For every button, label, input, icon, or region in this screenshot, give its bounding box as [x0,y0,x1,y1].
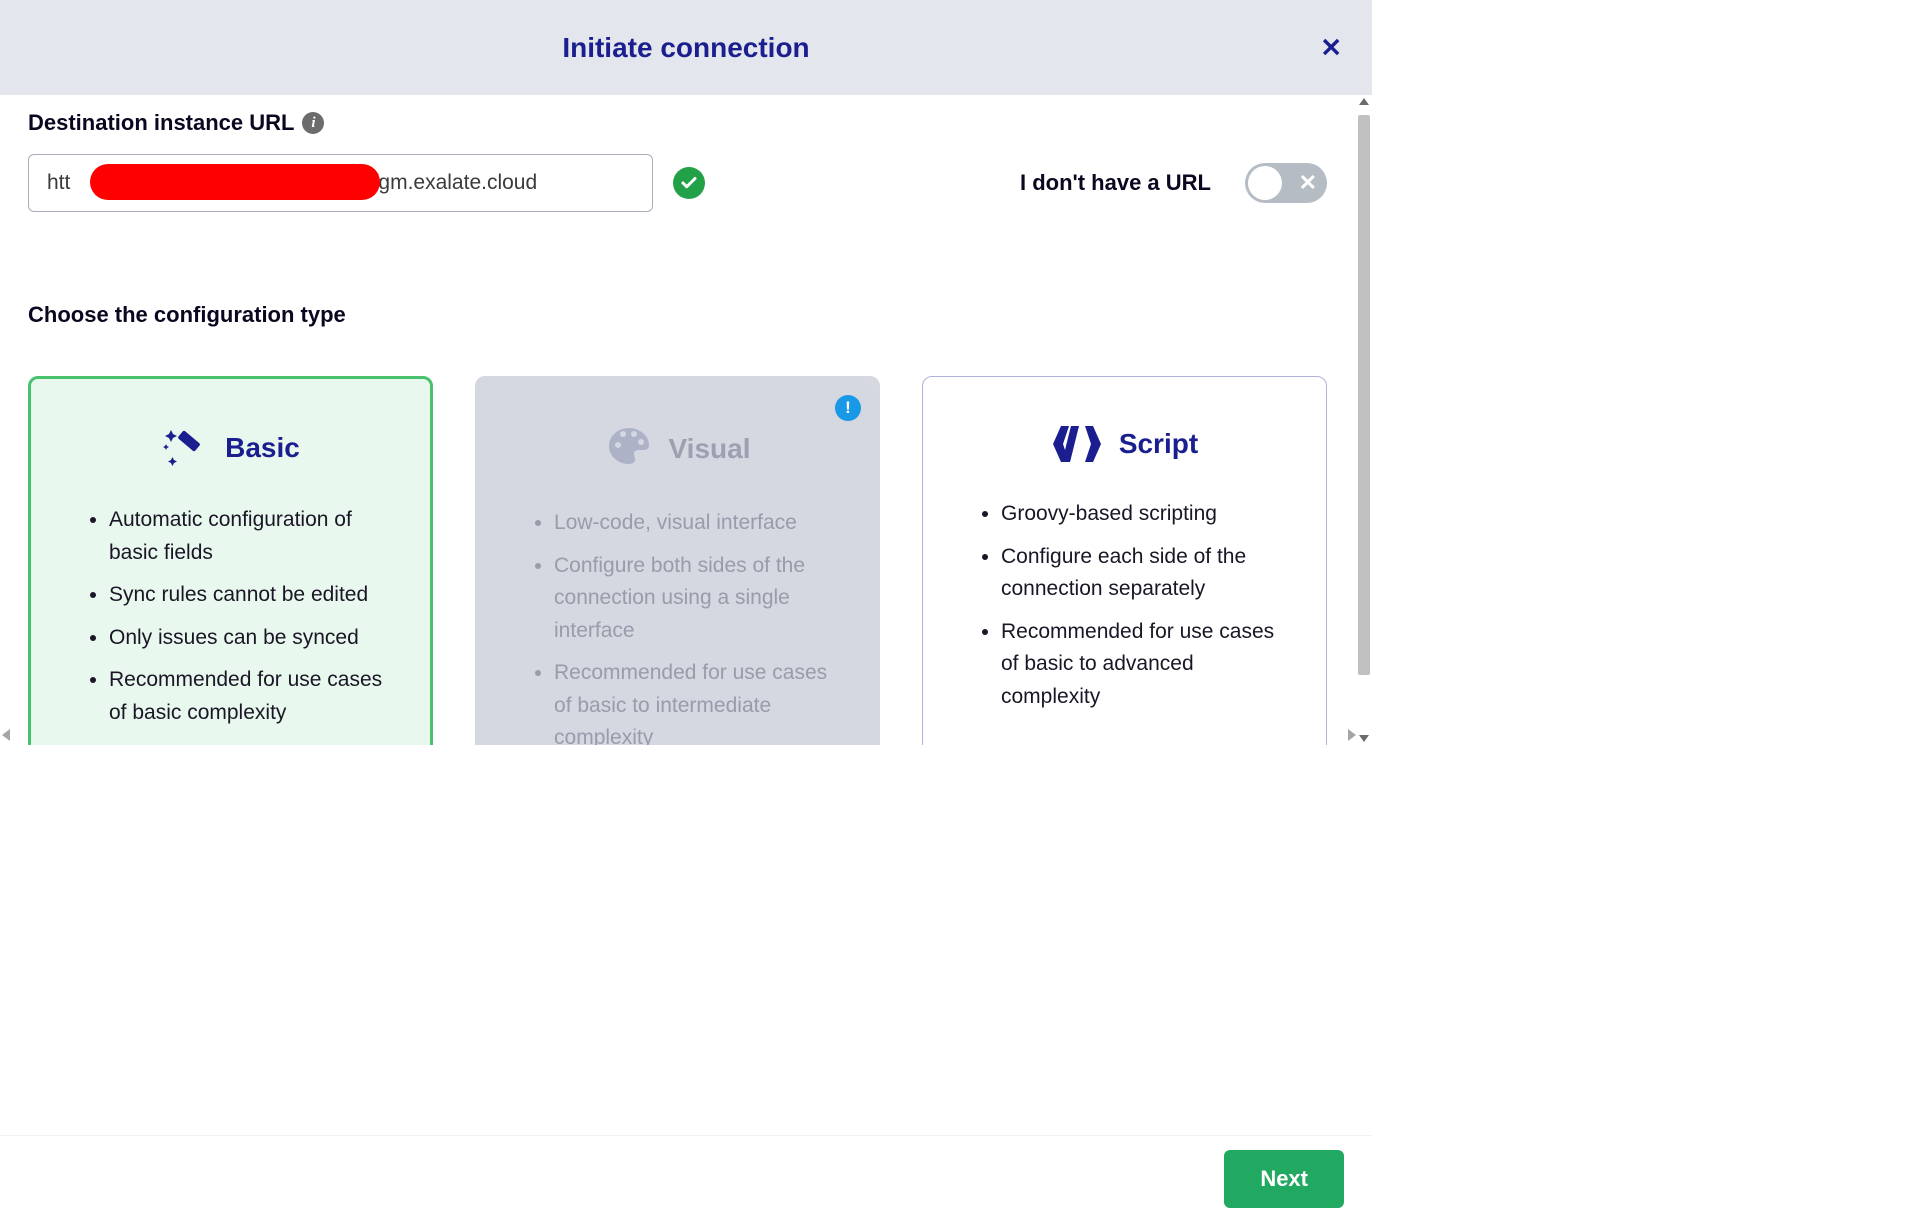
destination-url-input-wrap [28,154,653,212]
list-item: Only issues can be synced [109,622,400,655]
next-button[interactable]: Next [1224,1150,1344,1208]
list-item: Recommended for use cases of basic to ad… [1001,616,1296,714]
list-item: Automatic configuration of basic fields [109,504,400,569]
list-item: Low-code, visual interface [554,507,849,540]
initiate-connection-dialog: Initiate connection ✕ Destination instan… [0,0,1372,776]
close-icon: ✕ [1299,170,1317,196]
dialog-footer: Next [0,1135,1372,1221]
list-item: Recommended for use cases of basic compl… [109,664,400,729]
no-url-label: I don't have a URL [1020,170,1211,196]
list-item: Groovy-based scripting [1001,498,1296,531]
no-url-toggle[interactable]: ✕ [1245,163,1327,203]
card-title-script: Script [1119,428,1198,460]
info-icon[interactable]: i [302,112,324,134]
dialog-header: Initiate connection ✕ [0,0,1372,95]
dialog-content: Destination instance URL i I don't have … [0,95,1372,745]
card-title-visual: Visual [669,433,751,465]
destination-url-input[interactable] [28,154,653,212]
config-type-heading: Choose the configuration type [28,302,1327,328]
config-card-basic[interactable]: Basic Automatic configuration of basic f… [28,376,433,745]
dialog-title: Initiate connection [562,32,809,64]
destination-url-label-text: Destination instance URL [28,110,294,136]
config-card-script[interactable]: Script Groovy-based scripting Configure … [922,376,1327,745]
check-icon [673,167,705,199]
card-title-basic: Basic [225,432,300,464]
alert-icon[interactable]: ! [835,395,861,421]
wand-icon [161,424,209,472]
horizontal-scrollbar[interactable] [0,727,1358,745]
vertical-scrollbar[interactable] [1356,95,1372,745]
config-card-visual: ! Visual Low-code, visual interface Conf… [475,376,880,745]
list-item: Configure each side of the connection se… [1001,541,1296,606]
toggle-knob [1248,166,1282,200]
config-cards: Basic Automatic configuration of basic f… [28,376,1327,745]
destination-url-label: Destination instance URL i [28,110,324,136]
close-icon[interactable]: ✕ [1320,32,1342,63]
destination-url-row: I don't have a URL ✕ [28,154,1327,212]
code-icon [1051,422,1103,466]
list-item: Sync rules cannot be edited [109,579,400,612]
scrollbar-thumb[interactable] [1358,115,1370,675]
list-item: Configure both sides of the connection u… [554,550,849,648]
palette-icon [605,422,653,475]
